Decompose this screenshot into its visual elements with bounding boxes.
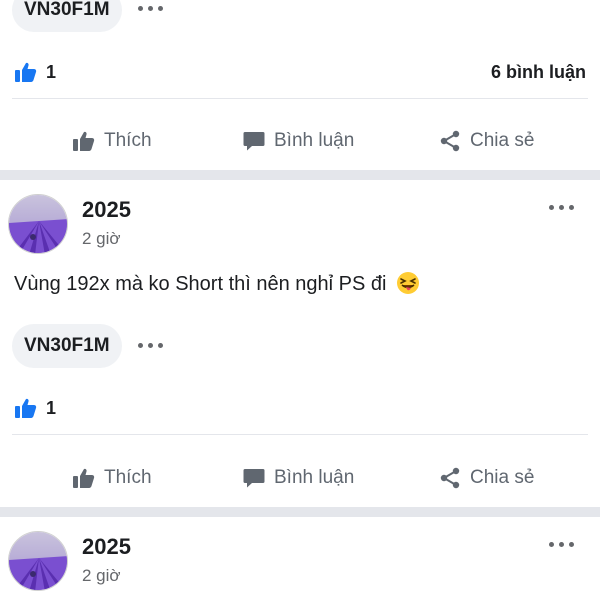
post3-author-avatar[interactable] bbox=[8, 531, 68, 591]
share-icon bbox=[440, 467, 460, 489]
post2-comment-button[interactable]: Bình luận bbox=[242, 466, 354, 490]
comment-bubble-icon bbox=[243, 132, 265, 151]
thumbs-up-icon bbox=[73, 131, 95, 151]
dot bbox=[148, 6, 153, 11]
post3-author-name[interactable]: 2025 bbox=[82, 534, 131, 560]
post2-tag-label: VN30F1M bbox=[24, 335, 110, 356]
thumbs-up-reaction-icon bbox=[15, 398, 37, 418]
dot bbox=[549, 542, 554, 547]
share-label: Chia sẻ bbox=[470, 130, 535, 151]
like-label: Thích bbox=[104, 467, 152, 488]
divider bbox=[12, 434, 588, 435]
dot bbox=[158, 343, 163, 348]
comment-label: Bình luận bbox=[274, 467, 355, 488]
avatar-lavender-image bbox=[9, 532, 67, 590]
post1-reactions[interactable]: 1 bbox=[14, 60, 56, 84]
post1-like-button[interactable]: Thích bbox=[72, 129, 152, 153]
post2-author-name[interactable]: 2025 bbox=[82, 197, 131, 223]
dot bbox=[158, 6, 163, 11]
post-separator bbox=[0, 170, 600, 180]
post1-tag-label: VN30F1M bbox=[24, 0, 110, 20]
comment-bubble-icon bbox=[243, 469, 265, 488]
post2-reactions[interactable]: 1 bbox=[14, 396, 56, 420]
dot bbox=[569, 205, 574, 210]
post1-tag-more-button[interactable] bbox=[138, 6, 163, 11]
post1-like-count: 1 bbox=[46, 61, 57, 82]
share-icon bbox=[440, 130, 460, 152]
post2-like-button[interactable]: Thích bbox=[72, 466, 152, 490]
thumbs-up-icon bbox=[73, 468, 95, 488]
post2-more-button[interactable] bbox=[549, 205, 574, 210]
post2-tag-chip[interactable]: VN30F1M bbox=[12, 324, 122, 368]
post1-share-button[interactable]: Chia sẻ bbox=[438, 129, 534, 153]
dot bbox=[138, 6, 143, 11]
post2-text: Vùng 192x mà ko Short thì nên nghỉ PS đi bbox=[14, 273, 387, 295]
post2-author-avatar[interactable] bbox=[8, 194, 68, 254]
post3-more-button[interactable] bbox=[549, 542, 574, 547]
post1-comment-count[interactable]: 6 bình luận bbox=[491, 62, 586, 83]
post1-comment-button[interactable]: Bình luận bbox=[242, 129, 354, 153]
dot bbox=[569, 542, 574, 547]
post2-tag-more-button[interactable] bbox=[138, 343, 163, 348]
dot bbox=[148, 343, 153, 348]
post2-body: Vùng 192x mà ko Short thì nên nghỉ PS đi bbox=[14, 271, 420, 296]
share-label: Chia sẻ bbox=[470, 467, 535, 488]
post-separator bbox=[0, 507, 600, 517]
post3-timestamp[interactable]: 2 giờ bbox=[82, 566, 121, 586]
thumbs-up-reaction-icon bbox=[15, 62, 37, 82]
dot bbox=[138, 343, 143, 348]
dot bbox=[549, 205, 554, 210]
post2-share-button[interactable]: Chia sẻ bbox=[438, 466, 534, 490]
like-label: Thích bbox=[104, 130, 152, 151]
divider bbox=[12, 98, 588, 99]
post1-tag-chip[interactable]: VN30F1M bbox=[12, 0, 122, 32]
dot bbox=[559, 542, 564, 547]
post2-timestamp[interactable]: 2 giờ bbox=[82, 229, 121, 249]
comment-label: Bình luận bbox=[274, 130, 355, 151]
post2-like-count: 1 bbox=[46, 397, 57, 418]
avatar-lavender-image bbox=[9, 195, 67, 253]
dot bbox=[559, 205, 564, 210]
squinting-tongue-emoji-icon bbox=[397, 272, 420, 294]
